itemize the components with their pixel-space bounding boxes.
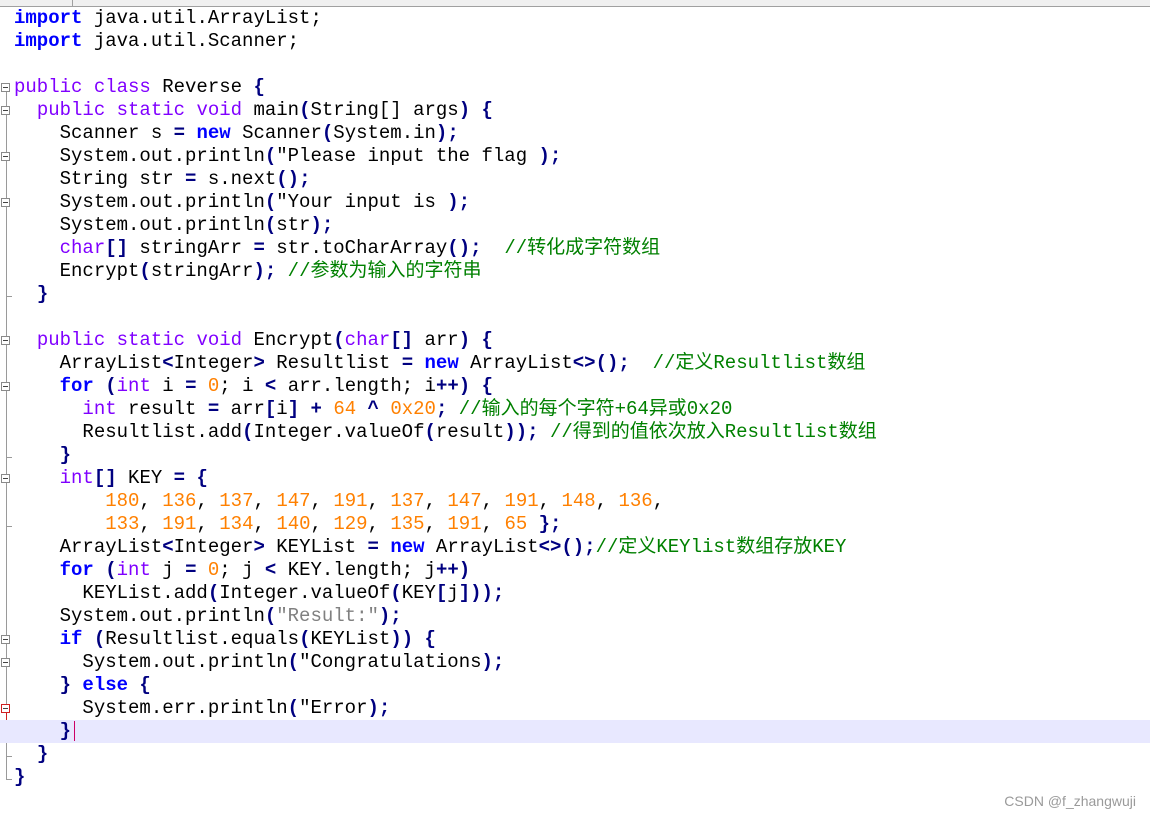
editor-top-border [0, 0, 1150, 7]
code-line-22[interactable]: 180, 136, 137, 147, 191, 137, 147, 191, … [14, 490, 1150, 513]
fold-toggle-icon[interactable] [1, 83, 10, 92]
code-line-27[interactable]: System.out.println("Result:"); [14, 605, 1150, 628]
code-line-20[interactable]: } [14, 444, 1150, 467]
fold-toggle-icon[interactable] [1, 474, 10, 483]
code-line-6[interactable]: Scanner s = new Scanner(System.in); [14, 122, 1150, 145]
code-line-11[interactable]: char[] stringArr = str.toCharArray(); //… [14, 237, 1150, 260]
code-line-9[interactable]: System.out.println("Your input is ); [14, 191, 1150, 214]
code-line-19[interactable]: Resultlist.add(Integer.valueOf(result));… [14, 421, 1150, 444]
code-line-24[interactable]: ArrayList<Integer> KEYList = new ArrayLi… [14, 536, 1150, 559]
code-line-current[interactable]: } [0, 720, 1150, 743]
code-line-30[interactable]: } else { [14, 674, 1150, 697]
fold-end-marker [6, 526, 12, 527]
ruler-tick [72, 0, 73, 6]
code-line-10[interactable]: System.out.println(str); [14, 214, 1150, 237]
code-line-8[interactable]: String str = s.next(); [14, 168, 1150, 191]
code-line-2[interactable]: import java.util.Scanner; [14, 30, 1150, 53]
fold-toggle-icon[interactable] [1, 704, 10, 713]
code-line-25[interactable]: for (int j = 0; j < KEY.length; j++) [14, 559, 1150, 582]
code-line-16[interactable]: ArrayList<Integer> Resultlist = new Arra… [14, 352, 1150, 375]
code-line-14[interactable] [14, 306, 1150, 329]
fold-toggle-icon[interactable] [1, 152, 10, 161]
fold-toggle-icon[interactable] [1, 336, 10, 345]
fold-end-marker [6, 779, 12, 780]
code-line-31[interactable]: System.err.println("Error); [14, 697, 1150, 720]
code-line-21[interactable]: int[] KEY = { [14, 467, 1150, 490]
watermark: CSDN @f_zhangwuji [1004, 793, 1136, 809]
fold-toggle-icon[interactable] [1, 198, 10, 207]
code-line-1[interactable]: import java.util.ArrayList; [14, 7, 1150, 30]
fold-toggle-icon[interactable] [1, 635, 10, 644]
text-caret [74, 720, 76, 741]
code-line-34[interactable]: } [14, 766, 1150, 789]
code-line-15[interactable]: public static void Encrypt(char[] arr) { [14, 329, 1150, 352]
code-line-7[interactable]: System.out.println("Please input the fla… [14, 145, 1150, 168]
code-editor[interactable]: import java.util.ArrayList; import java.… [0, 7, 1150, 789]
code-line-13[interactable]: } [14, 283, 1150, 306]
code-line-12[interactable]: Encrypt(stringArr); //参数为输入的字符串 [14, 260, 1150, 283]
code-line-5[interactable]: public static void main(String[] args) { [14, 99, 1150, 122]
fold-toggle-icon[interactable] [1, 658, 10, 667]
code-line-18[interactable]: int result = arr[i] + 64 ^ 0x20; //输入的每个… [14, 398, 1150, 421]
code-line-28[interactable]: if (Resultlist.equals(KEYList)) { [14, 628, 1150, 651]
code-line-33[interactable]: } [14, 743, 1150, 766]
code-line-3[interactable] [14, 53, 1150, 76]
code-line-17[interactable]: for (int i = 0; i < arr.length; i++) { [14, 375, 1150, 398]
fold-line [6, 92, 7, 780]
fold-end-marker [6, 457, 12, 458]
code-line-23[interactable]: 133, 191, 134, 140, 129, 135, 191, 65 }; [14, 513, 1150, 536]
code-line-29[interactable]: System.out.println("Congratulations); [14, 651, 1150, 674]
fold-toggle-icon[interactable] [1, 382, 10, 391]
code-line-4[interactable]: public class Reverse { [14, 76, 1150, 99]
fold-gutter [0, 7, 12, 819]
fold-end-marker [6, 296, 12, 297]
fold-end-marker [6, 756, 12, 757]
code-line-26[interactable]: KEYList.add(Integer.valueOf(KEY[j])); [14, 582, 1150, 605]
fold-toggle-icon[interactable] [1, 106, 10, 115]
